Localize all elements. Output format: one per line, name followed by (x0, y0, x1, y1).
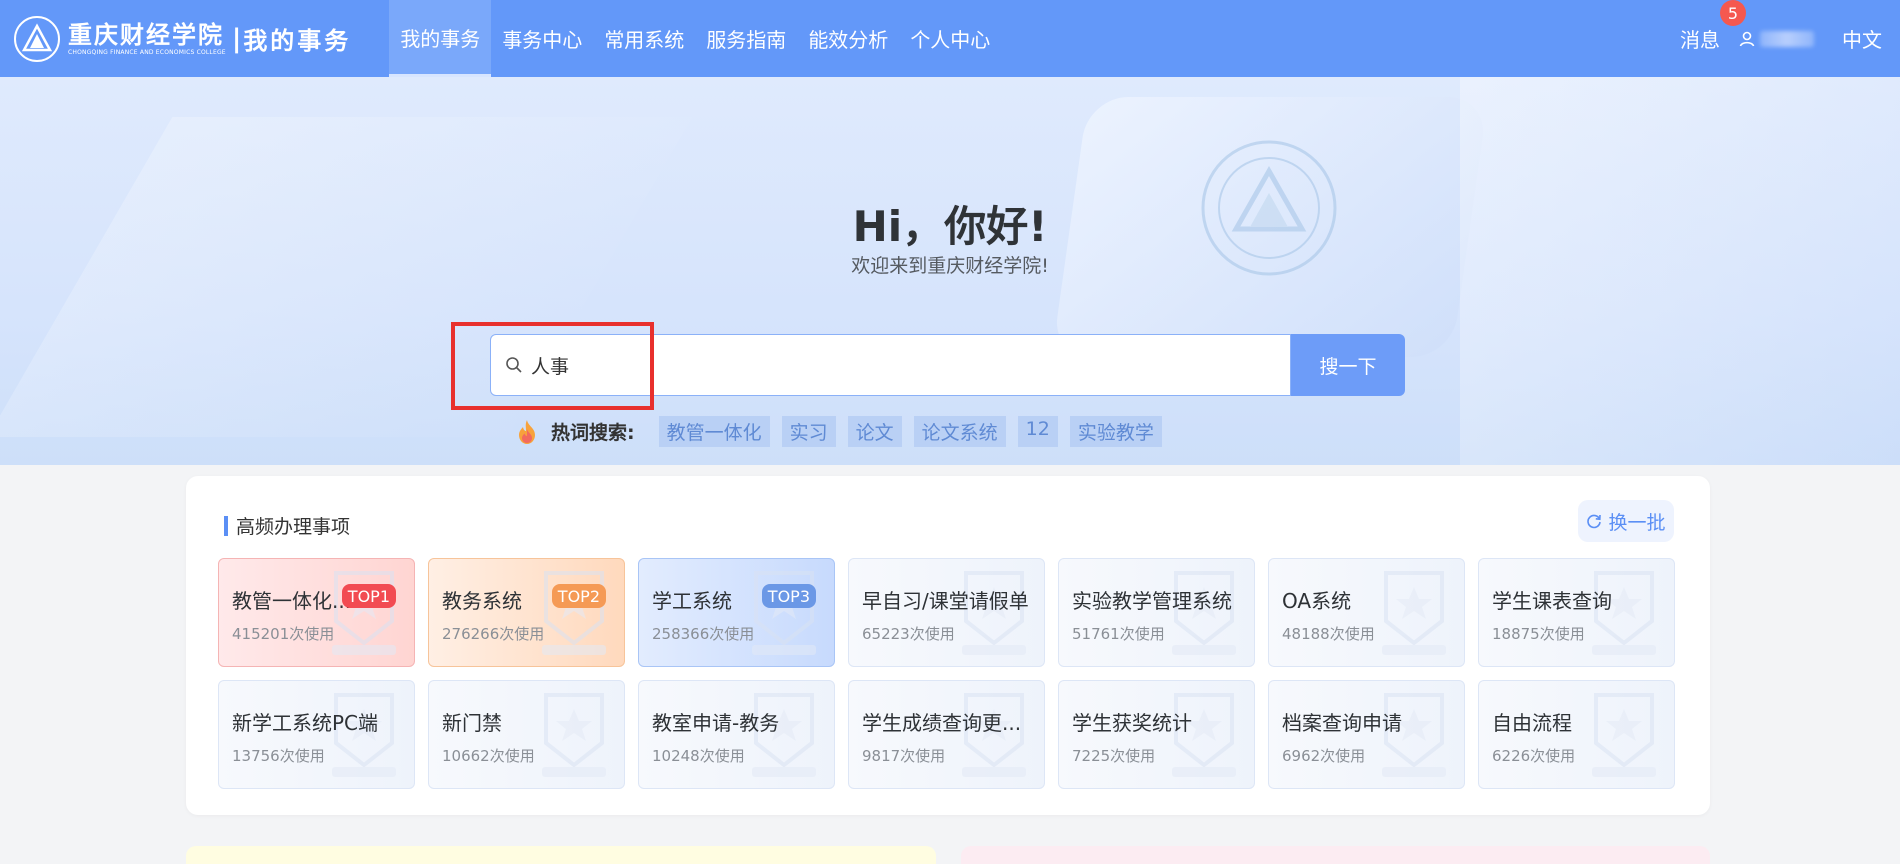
item-usage-count: 6962次使用 (1282, 747, 1366, 765)
medal-watermark-icon (1382, 571, 1446, 655)
rank-badge: TOP3 (761, 584, 816, 608)
item-name: 学生成绩查询更... (862, 711, 1022, 735)
hot-word-tag[interactable]: 实验教学 (1069, 416, 1162, 447)
hot-words-label: 热词搜索: (551, 422, 635, 444)
college-seal-icon (14, 15, 60, 62)
item-usage-count: 51761次使用 (1072, 625, 1165, 643)
item-name: 实验教学管理系统 (1072, 589, 1232, 613)
item-usage-count: 65223次使用 (862, 625, 955, 643)
item-name: OA系统 (1282, 589, 1352, 613)
menu-item-3[interactable]: 服务指南 (695, 0, 797, 77)
item-name: 学生获奖统计 (1072, 711, 1192, 735)
menu-item-4[interactable]: 能效分析 (797, 0, 899, 77)
item-usage-count: 7225次使用 (1072, 747, 1156, 765)
frequent-item-tile[interactable]: 早自习/课堂请假单 65223次使用 (848, 558, 1045, 667)
frequent-item-tile[interactable]: 学生课表查询 18875次使用 (1478, 558, 1675, 667)
frequent-item-tile[interactable]: 教务系统 276266次使用 TOP2 (428, 558, 625, 667)
messages-count-badge: 5 (1720, 0, 1746, 26)
language-switch[interactable]: 中文 (1842, 24, 1882, 53)
item-usage-count: 415201次使用 (232, 625, 335, 643)
menu-item-0[interactable]: 我的事务 (389, 0, 492, 77)
item-name: 学工系统 (652, 589, 732, 613)
fire-icon (519, 419, 535, 444)
item-name: 教务系统 (442, 589, 522, 613)
refresh-icon (1587, 514, 1602, 529)
item-name: 教管一体化... (232, 589, 352, 613)
frequent-item-tile[interactable]: OA系统 48188次使用 (1268, 558, 1465, 667)
item-name: 新门禁 (442, 711, 502, 735)
frequent-item-tile[interactable]: 教室申请-教务 10248次使用 (638, 680, 835, 789)
item-usage-count: 258366次使用 (652, 625, 755, 643)
logo-chinese-name: 重庆财经学院 (68, 19, 224, 49)
college-logo[interactable]: 重庆财经学院 CHONGQING FINANCE AND ECONOMICS C… (14, 0, 351, 77)
frequent-items-grid: 教管一体化... 415201次使用 TOP1 教务系统 276266次使用 TOP2 学工… (218, 558, 1675, 789)
hot-word-tag[interactable]: 实习 (781, 416, 836, 447)
rank-badge: TOP2 (551, 584, 606, 608)
item-usage-count: 13756次使用 (232, 747, 325, 765)
item-usage-count: 6226次使用 (1492, 747, 1576, 765)
hot-word-tag[interactable]: 12 (1017, 416, 1058, 447)
item-name: 早自习/课堂请假单 (862, 589, 1029, 613)
section-title: 我的事务 (243, 27, 352, 55)
item-name: 档案查询申请 (1282, 711, 1402, 735)
user-menu[interactable] (1738, 30, 1814, 48)
item-name: 自由流程 (1492, 711, 1572, 735)
hero-banner: Hi，你好! 欢迎来到重庆财经学院! 搜一下 热词搜索: 教管一体化实习论文论文… (0, 77, 1900, 465)
medal-watermark-icon (542, 571, 606, 655)
frequent-item-tile[interactable]: 学生获奖统计 7225次使用 (1058, 680, 1255, 789)
user-icon (1739, 31, 1755, 46)
menu-item-5[interactable]: 个人中心 (899, 0, 1001, 77)
frequent-item-tile[interactable]: 实验教学管理系统 51761次使用 (1058, 558, 1255, 667)
item-name: 教室申请-教务 (652, 711, 780, 735)
item-name: 新学工系统PC端 (232, 711, 379, 735)
main-menu: 我的事务 事务中心 常用系统 服务指南 能效分析 个人中心 (389, 0, 1001, 77)
item-usage-count: 9817次使用 (862, 747, 946, 765)
annotation-highlight-box (451, 322, 654, 410)
lower-panel-left (186, 846, 936, 864)
frequent-items-panel: 高频办理事项 换一批 教管一体化... 415201次使用 TOP1 教务系统 2762… (186, 476, 1710, 815)
item-usage-count: 10662次使用 (442, 747, 535, 765)
frequent-item-tile[interactable]: 新门禁 10662次使用 (428, 680, 625, 789)
rank-badge: TOP1 (341, 584, 396, 608)
item-name: 学生课表查询 (1492, 589, 1612, 613)
item-usage-count: 48188次使用 (1282, 625, 1375, 643)
hot-word-tag[interactable]: 教管一体化 (658, 416, 770, 447)
frequent-item-tile[interactable]: 档案查询申请 6962次使用 (1268, 680, 1465, 789)
logo-english-name: CHONGQING FINANCE AND ECONOMICS COLLEGE (68, 48, 226, 56)
welcome-subtitle: 欢迎来到重庆财经学院! (851, 255, 1049, 277)
medal-watermark-icon (1592, 693, 1656, 777)
menu-item-1[interactable]: 事务中心 (491, 0, 593, 77)
refresh-label: 换一批 (1608, 511, 1666, 534)
user-name-blurred (1760, 30, 1814, 47)
hot-words-row: 热词搜索: 教管一体化 实习 论文 论文系统 12 实验教学 (515, 416, 1174, 447)
logo-separator: | (231, 23, 242, 54)
frequent-item-tile[interactable]: 新学工系统PC端 13756次使用 (218, 680, 415, 789)
refresh-button[interactable]: 换一批 (1578, 500, 1674, 542)
title-accent-bar (224, 515, 228, 536)
lower-panel-right (961, 846, 1710, 864)
medal-watermark-icon (752, 571, 816, 655)
item-usage-count: 18875次使用 (1492, 625, 1585, 643)
frequent-item-tile[interactable]: 教管一体化... 415201次使用 TOP1 (218, 558, 415, 667)
hot-word-tag[interactable]: 论文系统 (913, 416, 1006, 447)
frequent-item-tile[interactable]: 学工系统 258366次使用 TOP3 (638, 558, 835, 667)
medal-watermark-icon (542, 693, 606, 777)
search-button[interactable]: 搜一下 (1291, 334, 1405, 396)
menu-item-2[interactable]: 常用系统 (593, 0, 695, 77)
frequent-item-tile[interactable]: 学生成绩查询更... 9817次使用 (848, 680, 1045, 789)
messages-label: 消息 (1680, 28, 1720, 52)
item-usage-count: 276266次使用 (442, 625, 545, 643)
messages-link[interactable]: 消息 5 (1680, 0, 1746, 53)
frequent-item-tile[interactable]: 自由流程 6226次使用 (1478, 680, 1675, 789)
item-usage-count: 10248次使用 (652, 747, 745, 765)
panel-title: 高频办理事项 (236, 516, 351, 538)
greeting-title: Hi，你好! (852, 202, 1048, 251)
hot-word-tag[interactable]: 论文 (847, 416, 902, 447)
top-nav: 重庆财经学院 CHONGQING FINANCE AND ECONOMICS C… (0, 0, 1900, 77)
